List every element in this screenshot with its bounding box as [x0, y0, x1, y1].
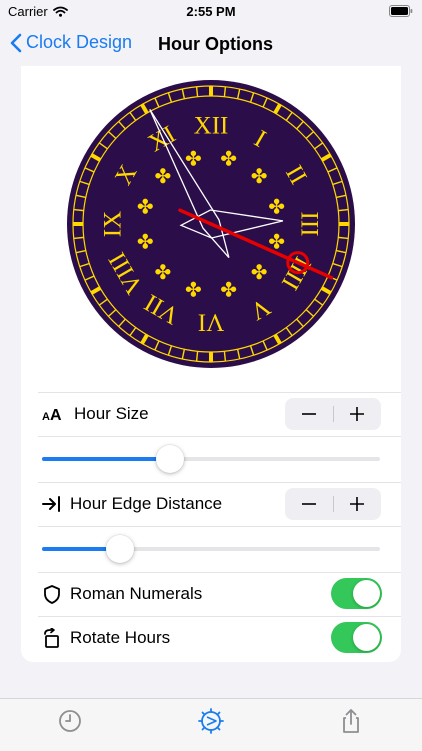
rotate-hours-toggle[interactable]	[331, 622, 382, 653]
roman-numerals-row: Roman Numerals	[21, 572, 401, 616]
row-separator	[38, 616, 401, 617]
battery-icon	[389, 5, 413, 17]
status-bar: Carrier 2:55 PM	[0, 0, 422, 24]
decoration-star: ✤	[220, 146, 237, 170]
decoration-star: ✤	[220, 278, 237, 302]
hour-edge-distance-slider[interactable]	[42, 526, 380, 570]
decoration-star: ✤	[155, 164, 172, 188]
toggle-knob	[353, 580, 380, 607]
rotate-icon	[44, 628, 59, 648]
decoration-star: ✤	[155, 260, 172, 284]
chevron-left-icon	[10, 33, 22, 52]
hour-size-row: A A Hour Size	[21, 392, 401, 436]
tab-bar	[0, 698, 422, 751]
back-button[interactable]: Clock Design	[10, 32, 132, 53]
decoration-star: ✤	[251, 260, 268, 284]
roman-numerals-toggle[interactable]	[331, 578, 382, 609]
decoration-star: ✤	[185, 278, 202, 302]
tab-design[interactable]	[197, 707, 225, 735]
slider-thumb[interactable]	[156, 445, 185, 473]
hour-numeral: IX	[100, 211, 127, 237]
navigation-bar: Clock Design Hour Options	[0, 24, 422, 66]
plus-icon	[350, 407, 364, 421]
options-card: XII I II III IIII V VI VII VIII IX X XI ✤ ✤ ✤ ✤ ✤ ✤ ✤ ✤ ✤ ✤ ✤ ✤…	[21, 66, 401, 662]
tab-share[interactable]	[337, 707, 365, 735]
hour-edge-distance-stepper	[285, 488, 381, 520]
hour-edge-distance-slider-row	[21, 526, 401, 570]
hour-size-decrement-button[interactable]	[285, 398, 333, 430]
minus-icon	[302, 503, 316, 505]
shield-icon	[44, 585, 60, 604]
clock-face: XII IIIIIIIIIIVVIVIIVIIIIXXXI✤✤✤✤✤✤✤✤✤✤✤✤	[67, 80, 355, 368]
text-size-icon: A A	[42, 407, 62, 424]
hour-numeral: VI	[198, 309, 224, 336]
rotate-hours-row: Rotate Hours	[21, 616, 401, 660]
hour-size-slider[interactable]	[42, 436, 380, 480]
hour-numeral: III	[296, 212, 323, 237]
row-separator	[38, 482, 401, 483]
slider-thumb[interactable]	[105, 535, 134, 563]
decoration-star: ✤	[268, 194, 285, 218]
arrow-to-edge-icon	[42, 496, 60, 512]
decoration-star: ✤	[137, 194, 154, 218]
design-icon	[198, 708, 224, 734]
hour-size-slider-row	[21, 436, 401, 480]
svg-text:A: A	[50, 407, 62, 424]
share-icon	[343, 709, 359, 733]
plus-icon	[350, 497, 364, 511]
hour-edge-distance-increment-button[interactable]	[333, 488, 381, 520]
svg-text:A: A	[42, 411, 50, 423]
hour-size-stepper	[285, 398, 381, 430]
clock-preview: XII I II III IIII V VI VII VIII IX X XI ✤ ✤ ✤ ✤ ✤ ✤ ✤ ✤ ✤ ✤ ✤ ✤	[66, 76, 356, 372]
toggle-knob	[353, 624, 380, 651]
row-separator	[38, 572, 401, 573]
page-title: Hour Options	[158, 34, 273, 54]
hour-size-label: Hour Size	[74, 404, 149, 423]
hour-edge-distance-label: Hour Edge Distance	[70, 494, 223, 513]
decoration-star: ✤	[251, 164, 268, 188]
hour-numeral: XII	[194, 113, 229, 140]
hour-edge-distance-decrement-button[interactable]	[285, 488, 333, 520]
back-button-label: Clock Design	[26, 32, 133, 52]
tab-clock[interactable]	[56, 707, 84, 735]
row-separator	[38, 392, 401, 393]
slider-fill	[42, 457, 171, 461]
decoration-star: ✤	[185, 146, 202, 170]
roman-numerals-label: Roman Numerals	[70, 584, 203, 603]
hour-size-increment-button[interactable]	[333, 398, 381, 430]
clock-icon	[59, 710, 81, 732]
rotate-hours-label: Rotate Hours	[70, 628, 171, 647]
hour-edge-distance-row: Hour Edge Distance	[21, 482, 401, 526]
minus-icon	[302, 413, 316, 415]
status-time: 2:55 PM	[186, 4, 236, 19]
decoration-star: ✤	[137, 230, 154, 254]
